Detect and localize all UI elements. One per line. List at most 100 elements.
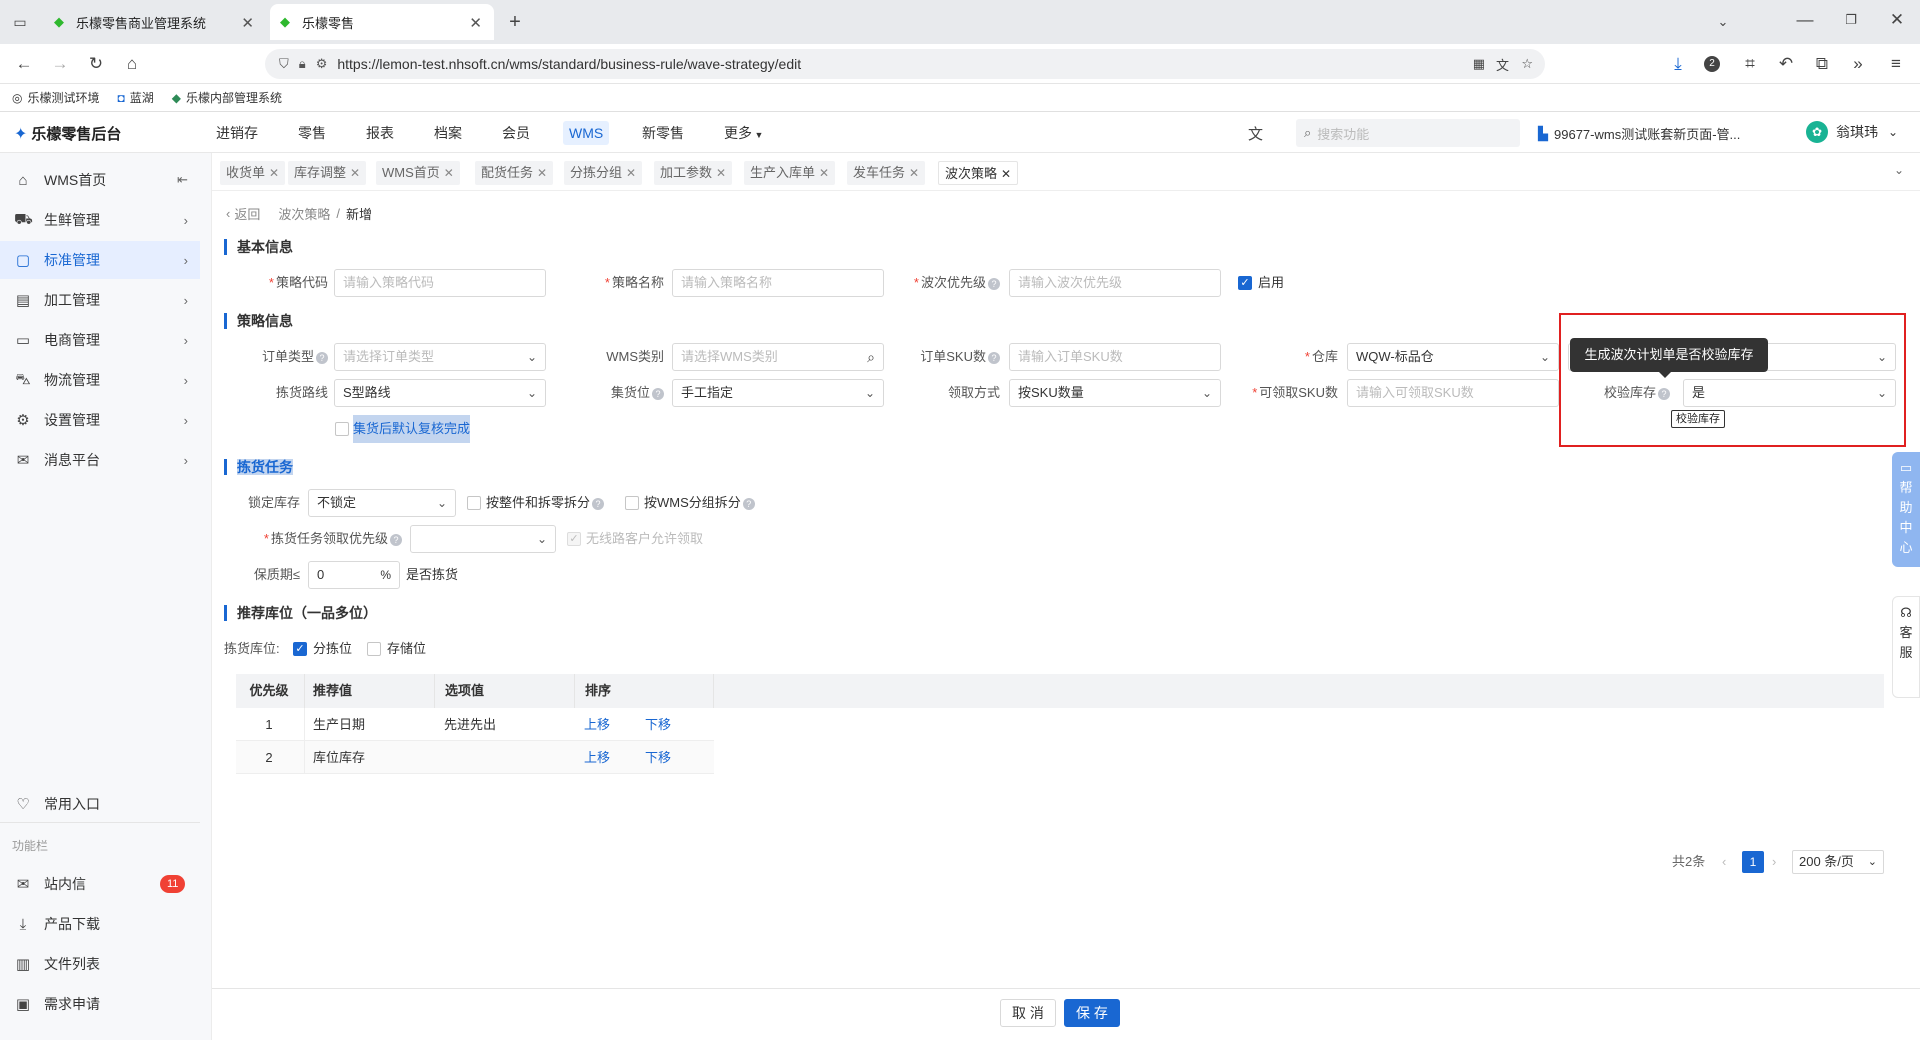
tab-list-icon[interactable]: ▭: [10, 12, 30, 32]
customer-service-widget[interactable]: ☊ 客服: [1892, 596, 1920, 698]
sidebar-item-messages[interactable]: ✉ 消息平台 ›: [0, 441, 200, 479]
pager-next-icon[interactable]: ›: [1772, 851, 1776, 873]
crop-icon[interactable]: ⌗: [1740, 54, 1760, 74]
pager-prev-icon[interactable]: ‹: [1722, 851, 1726, 873]
sidebar-favorites[interactable]: ♡ 常用入口: [0, 785, 200, 823]
fetch-mode-select[interactable]: 按SKU数量 ⌄: [1009, 379, 1221, 407]
sidebar-item-files[interactable]: ▥ 文件列表: [0, 945, 200, 983]
close-icon[interactable]: ✕: [241, 14, 254, 32]
home-icon[interactable]: ⌂: [122, 54, 142, 74]
strategy-code-input[interactable]: 请输入策略代码: [334, 269, 546, 297]
enable-checkbox[interactable]: ✓: [1238, 276, 1252, 290]
browser-tab-2-active[interactable]: ◆ 乐檬零售 ✕: [270, 4, 494, 40]
fetch-sku-input[interactable]: 请输入可领取SKU数: [1347, 379, 1559, 407]
wms-category-select[interactable]: 请选择WMS类别 ⌕: [672, 343, 884, 371]
sidebar-item-fresh[interactable]: ⛟ 生鲜管理 ›: [0, 201, 200, 239]
page-tab[interactable]: 配货任务 ✕: [475, 161, 554, 185]
back-link[interactable]: 返回: [234, 204, 260, 223]
bookmark-star-icon[interactable]: ☆: [1521, 56, 1533, 72]
close-icon[interactable]: ✕: [626, 166, 636, 180]
forward-arrow-icon[interactable]: →: [50, 54, 70, 74]
page-tab[interactable]: 分拣分组 ✕: [564, 161, 643, 185]
extensions-icon[interactable]: ⧉: [1812, 54, 1832, 74]
split-group-checkbox[interactable]: [625, 496, 639, 510]
order-sku-input[interactable]: 请输入订单SKU数: [1009, 343, 1221, 371]
pager-page-1[interactable]: 1: [1742, 851, 1764, 873]
strategy-name-input[interactable]: 请输入策略名称: [672, 269, 884, 297]
bookmark-item[interactable]: ◎ 乐檬测试环境: [12, 89, 100, 106]
page-tab[interactable]: 生产入库单 ✕: [744, 161, 836, 185]
close-icon[interactable]: ✕: [469, 14, 482, 32]
auto-check-checkbox[interactable]: [335, 422, 349, 436]
sidebar-item-settings[interactable]: ⚙ 设置管理 ›: [0, 401, 200, 439]
app-logo[interactable]: ✦ 乐檬零售后台: [14, 123, 121, 144]
cancel-button[interactable]: 取 消: [1000, 999, 1056, 1027]
page-tab[interactable]: 加工参数 ✕: [654, 161, 733, 185]
help-question-icon[interactable]: ?: [1658, 388, 1670, 400]
close-icon[interactable]: ✕: [716, 166, 726, 180]
window-close-icon[interactable]: ✕: [1887, 10, 1907, 30]
move-up-link[interactable]: 上移: [584, 741, 610, 774]
menu-retail[interactable]: 零售: [292, 121, 332, 145]
help-question-icon[interactable]: ?: [316, 352, 328, 364]
move-up-link[interactable]: 上移: [584, 708, 610, 741]
back-chevron-icon[interactable]: ‹: [226, 206, 230, 221]
page-tab[interactable]: 库存调整 ✕: [288, 161, 367, 185]
search-box[interactable]: ⌕ 搜索功能: [1296, 119, 1520, 147]
reload-icon[interactable]: ↻: [86, 54, 106, 74]
move-down-link[interactable]: 下移: [645, 741, 671, 774]
sidebar-item-processing[interactable]: ▤ 加工管理 ›: [0, 281, 200, 319]
close-icon[interactable]: ✕: [444, 166, 454, 180]
no-route-checkbox[interactable]: ✓: [567, 532, 581, 546]
sidebar-item-logistics[interactable]: ⛍ 物流管理 ›: [0, 361, 200, 399]
page-tab[interactable]: WMS首页 ✕: [376, 161, 460, 185]
warehouse-select[interactable]: WQW-标品仓 ⌄: [1347, 343, 1559, 371]
help-question-icon[interactable]: ?: [592, 498, 605, 510]
breadcrumb-parent[interactable]: 波次策略: [278, 204, 330, 223]
close-icon[interactable]: ✕: [269, 166, 279, 180]
route-select[interactable]: S型路线 ⌄: [334, 379, 546, 407]
page-tab[interactable]: 发车任务 ✕: [847, 161, 926, 185]
sidebar-item-requests[interactable]: ▣ 需求申请: [0, 985, 200, 1023]
close-icon[interactable]: ✕: [350, 166, 360, 180]
menu-archive[interactable]: 档案: [428, 121, 468, 145]
save-button[interactable]: 保 存: [1064, 999, 1120, 1027]
close-icon[interactable]: ✕: [537, 166, 547, 180]
help-question-icon[interactable]: ?: [988, 352, 1000, 364]
menu-more[interactable]: 更多 ▼: [718, 121, 769, 145]
browser-tab-1[interactable]: ◆ 乐檬零售商业管理系统 ✕: [44, 4, 266, 40]
help-question-icon[interactable]: ?: [742, 498, 755, 510]
collapse-sidebar-icon[interactable]: ⇤: [177, 172, 188, 188]
close-icon[interactable]: ✕: [819, 166, 829, 180]
wave-priority-input[interactable]: 请输入波次优先级: [1009, 269, 1221, 297]
help-question-icon[interactable]: ?: [652, 388, 664, 400]
collect-select[interactable]: 手工指定 ⌄: [672, 379, 884, 407]
sidebar-item-download[interactable]: ⤓ 产品下载: [0, 905, 200, 943]
tab-overflow-chevron-icon[interactable]: ⌄: [1713, 12, 1733, 32]
menu-wms[interactable]: WMS: [563, 121, 610, 145]
menu-icon[interactable]: ≡: [1886, 54, 1906, 74]
minimize-icon[interactable]: —: [1795, 10, 1815, 30]
search-icon[interactable]: ⌕: [867, 344, 875, 370]
extension-badge[interactable]: 2: [1704, 56, 1720, 72]
page-size-select[interactable]: 200 条/页 ⌄: [1792, 850, 1884, 874]
sidebar-item-inbox[interactable]: ✉ 站内信 11: [0, 865, 200, 903]
sorting-location-checkbox[interactable]: ✓: [293, 642, 307, 656]
move-down-link[interactable]: 下移: [645, 708, 671, 741]
close-icon[interactable]: ✕: [909, 166, 919, 180]
tabs-dropdown-icon[interactable]: ⌄: [1894, 163, 1904, 177]
sidebar-item-standard[interactable]: ▢ 标准管理 ›: [0, 241, 200, 279]
language-icon[interactable]: 文: [1248, 123, 1263, 144]
menu-report[interactable]: 报表: [360, 121, 400, 145]
account-switcher[interactable]: ▙ 99677-wms测试账套新页面-管...: [1538, 124, 1740, 143]
new-tab-plus-icon[interactable]: +: [505, 12, 525, 32]
menu-new-retail[interactable]: 新零售: [636, 121, 690, 145]
download-icon[interactable]: ⤓: [1668, 54, 1688, 74]
order-type-select[interactable]: 请选择订单类型 ⌄: [334, 343, 546, 371]
menu-member[interactable]: 会员: [496, 121, 536, 145]
translate-icon[interactable]: 文: [1496, 55, 1509, 74]
restore-icon[interactable]: ❐: [1841, 10, 1861, 30]
close-icon[interactable]: ✕: [1001, 167, 1011, 181]
pick-priority-select[interactable]: ⌄: [410, 525, 556, 553]
more-tools-icon[interactable]: »: [1848, 54, 1868, 74]
